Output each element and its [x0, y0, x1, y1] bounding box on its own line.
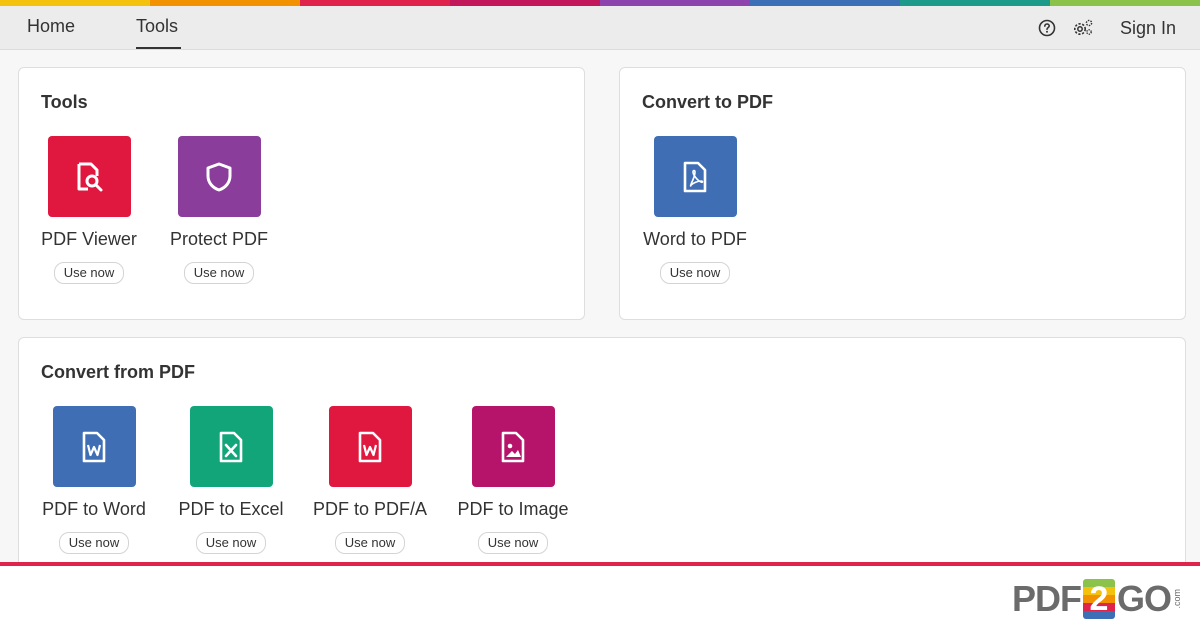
tool-label: PDF to PDF/A — [312, 499, 428, 519]
footer: PDF 2 GO .com — [0, 566, 1200, 628]
card-title: Convert to PDF — [642, 92, 774, 112]
nav-actions: Sign In — [1038, 14, 1176, 42]
word-file-icon — [82, 431, 106, 462]
tool-tile[interactable] — [47, 136, 131, 217]
tool-tile[interactable] — [653, 136, 737, 217]
logo-suffix: .com — [1172, 589, 1182, 609]
logo-text-right: GO — [1116, 578, 1172, 619]
shield-icon — [206, 162, 232, 191]
logo-text-left: PDF — [1011, 578, 1082, 619]
tool-pdf-to-word[interactable]: PDF to Word Use now — [41, 406, 147, 554]
active-tab-indicator — [136, 47, 181, 49]
tool-tile[interactable] — [328, 406, 412, 487]
tool-label: PDF to Excel — [178, 499, 284, 519]
tool-tile[interactable] — [177, 136, 261, 217]
use-now-button[interactable]: Use now — [477, 532, 549, 554]
card-title: Convert from PDF — [41, 362, 196, 382]
tool-tile[interactable] — [52, 406, 136, 487]
logo-number: 2 — [1089, 580, 1109, 618]
use-now-button[interactable]: Use now — [659, 262, 731, 284]
tool-label: Protect PDF — [169, 229, 269, 249]
tool-pdf-to-pdfa[interactable]: PDF to PDF/A Use now — [313, 406, 427, 554]
top-nav: Home Tools Sign In — [0, 6, 1200, 50]
tool-pdf-viewer[interactable]: PDF Viewer Use now — [41, 136, 137, 284]
pdf-file-icon — [683, 161, 707, 192]
tool-pdf-to-excel[interactable]: PDF to Excel Use now — [176, 406, 286, 554]
excel-file-icon — [219, 431, 243, 462]
tools-card: Tools PDF Viewer Use now Protect PDF Use… — [18, 67, 585, 320]
tool-word-to-pdf[interactable]: Word to PDF Use now — [642, 136, 748, 284]
help-circle-icon[interactable] — [1038, 19, 1056, 37]
use-now-button[interactable]: Use now — [53, 262, 125, 284]
tool-label: PDF Viewer — [41, 229, 137, 249]
card-title: Tools — [41, 92, 88, 112]
tool-label: Word to PDF — [643, 229, 747, 249]
convert-to-pdf-card: Convert to PDF Word to PDF Use now — [619, 67, 1186, 320]
sign-in-link[interactable]: Sign In — [1120, 18, 1176, 39]
image-file-icon — [501, 431, 525, 462]
use-now-button[interactable]: Use now — [195, 532, 267, 554]
settings-gears-icon[interactable] — [1072, 18, 1094, 38]
word-file-icon — [358, 431, 382, 462]
use-now-button[interactable]: Use now — [58, 532, 130, 554]
convert-from-pdf-card: Convert from PDF PDF to Word Use now PDF… — [18, 337, 1186, 577]
tool-tile[interactable] — [189, 406, 273, 487]
tool-pdf-to-image[interactable]: PDF to Image Use now — [455, 406, 571, 554]
use-now-button[interactable]: Use now — [183, 262, 255, 284]
document-search-icon — [77, 162, 103, 191]
nav-home-link[interactable]: Home — [27, 16, 75, 37]
use-now-button[interactable]: Use now — [334, 532, 406, 554]
tool-protect-pdf[interactable]: Protect PDF Use now — [169, 136, 269, 284]
tool-label: PDF to Word — [42, 499, 146, 519]
logo-number-tile: 2 — [1082, 579, 1115, 619]
nav-tools-link[interactable]: Tools — [136, 16, 178, 37]
tool-tile[interactable] — [471, 406, 555, 487]
pdf2go-logo: PDF 2 GO .com — [1012, 576, 1182, 622]
tool-label: PDF to Image — [457, 499, 569, 519]
